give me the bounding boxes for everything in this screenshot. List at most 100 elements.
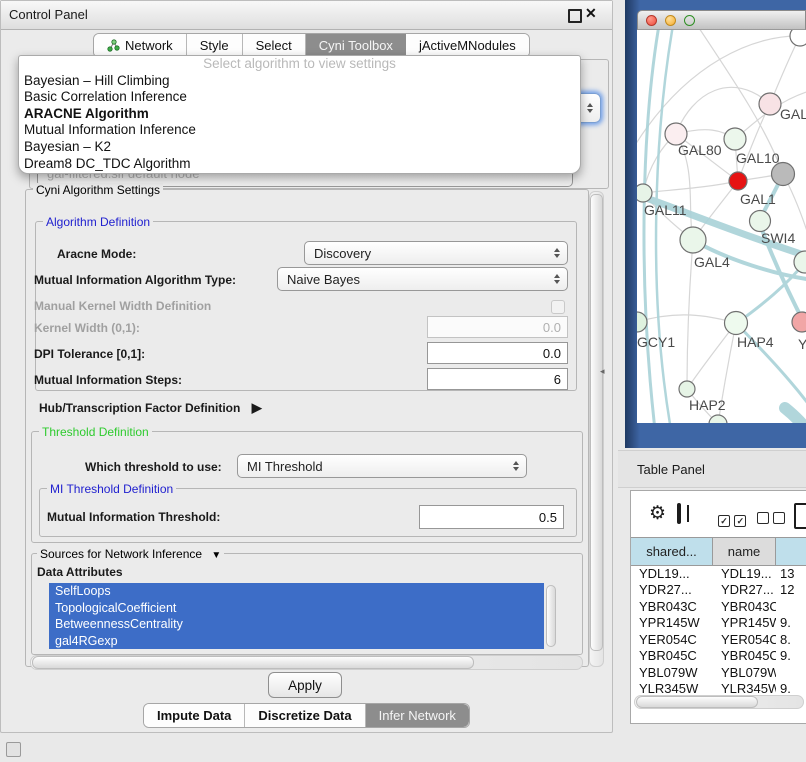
node-label: GAL1	[740, 191, 776, 207]
list-item[interactable]: SelfLoops	[49, 583, 544, 600]
node-GAL10[interactable]	[724, 128, 746, 150]
mi-steps-field[interactable]: 6	[427, 368, 568, 390]
hub-definition-toggle[interactable]: Hub/Transcription Factor Definition ▶	[39, 400, 262, 416]
close-icon[interactable]: ✕	[585, 5, 597, 22]
cell: YBR043C	[713, 599, 776, 614]
network-canvas[interactable]: GAL GAL80 GAL10 GAL1 SWI4 GAL11 GAL4 GCY…	[637, 30, 806, 423]
settings-scrollbar-thumb[interactable]	[590, 194, 603, 651]
tab-style[interactable]: Style	[187, 34, 243, 57]
mi-threshold-field[interactable]: 0.5	[419, 505, 564, 529]
aracne-mode-value: Discovery	[314, 246, 371, 261]
cell: YDR27...	[713, 582, 776, 597]
dropdown-item[interactable]: Bayesian – K2	[19, 139, 580, 156]
node-label: GAL10	[736, 150, 780, 166]
mi-threshold-title: MI Threshold Definition	[47, 482, 176, 496]
node-label: GAL11	[644, 202, 687, 218]
network-window-titlebar[interactable]	[637, 10, 806, 30]
tab-discretize-data[interactable]: Discretize Data	[245, 704, 365, 727]
list-item[interactable]: TopologicalCoefficient	[49, 600, 544, 617]
table-row[interactable]: YDL19... YDL19... 13	[631, 565, 806, 582]
select-all-checks-icon[interactable]: ✓ ✓	[718, 511, 746, 529]
network-graph	[637, 30, 806, 423]
aracne-mode-combo[interactable]: Discovery	[304, 241, 568, 265]
horizontal-scrollbar-thumb[interactable]	[32, 656, 474, 669]
cell: YDL19...	[713, 566, 776, 581]
stepper-icon	[554, 274, 560, 284]
splitter-collapse-icon[interactable]: ◂	[600, 366, 605, 377]
node-GAL11[interactable]	[637, 184, 652, 202]
node-HAP4[interactable]	[725, 312, 748, 335]
tab-impute-data[interactable]: Impute Data	[144, 704, 245, 727]
manual-kernel-label: Manual Kernel Width Definition	[34, 299, 211, 313]
table-row[interactable]: YPR145W YPR145W 9.	[631, 615, 806, 632]
zoom-traffic-light-icon[interactable]	[684, 15, 695, 26]
aracne-mode-label: Aracne Mode:	[57, 247, 136, 261]
node-GAL4[interactable]	[680, 227, 706, 253]
table-row[interactable]: YBL079W YBL079W	[631, 664, 806, 681]
float-window-icon[interactable]	[568, 9, 582, 23]
dropdown-prompt: Select algorithm to view settings	[19, 56, 580, 73]
deselect-all-checks-icon[interactable]	[757, 511, 785, 529]
table-row[interactable]: YBR043C YBR043C	[631, 598, 806, 615]
minimize-traffic-light-icon[interactable]	[665, 15, 676, 26]
settings-scrollbar-track[interactable]	[589, 191, 604, 667]
network-icon	[107, 39, 120, 52]
column-header-shared[interactable]: shared...	[631, 538, 713, 565]
tab-network[interactable]: Network	[94, 34, 187, 57]
mi-type-combo[interactable]: Naive Bayes	[277, 267, 568, 291]
gear-icon[interactable]: ⚙	[649, 502, 666, 525]
dropdown-item[interactable]: Bayesian – Hill Climbing	[19, 73, 580, 90]
cell: 9.	[776, 648, 806, 663]
tab-label: Discretize Data	[258, 708, 351, 723]
manual-kernel-checkbox[interactable]	[551, 300, 565, 314]
list-scrollbar[interactable]	[546, 585, 556, 647]
cell: YER054C	[713, 632, 776, 647]
cell: YDL19...	[631, 566, 713, 581]
dropdown-item[interactable]: Mutual Information Inference	[19, 122, 580, 139]
table-panel-bar: Table Panel	[618, 450, 806, 488]
node-label: HAP2	[689, 397, 726, 413]
node[interactable]	[709, 415, 727, 423]
node-GAL[interactable]	[759, 93, 781, 115]
kernel-width-field[interactable]: 0.0	[427, 316, 568, 338]
data-attributes-list[interactable]: SelfLoops TopologicalCoefficient Between…	[49, 583, 544, 649]
table-row[interactable]: YLR345W YLR345W 9.	[631, 681, 806, 694]
table-hscrollbar-thumb[interactable]	[636, 696, 758, 708]
node-SWI4[interactable]	[750, 211, 771, 232]
node[interactable]	[790, 30, 806, 46]
cyni-settings-title: Cyni Algorithm Settings	[33, 183, 163, 197]
dpi-tolerance-value: 0.0	[543, 346, 561, 361]
node-GAL1[interactable]	[729, 172, 747, 190]
apply-button[interactable]: Apply	[268, 672, 342, 698]
mi-steps-value: 6	[554, 372, 561, 387]
list-item[interactable]: BetweennessCentrality	[49, 616, 544, 633]
list-item[interactable]: gal4RGexp	[49, 633, 544, 650]
dropdown-item-selected[interactable]: ARACNE Algorithm	[19, 106, 580, 123]
dropdown-item[interactable]: Dream8 DC_TDC Algorithm	[19, 156, 580, 173]
close-traffic-light-icon[interactable]	[646, 15, 657, 26]
node-HAP2[interactable]	[679, 381, 695, 397]
horizontal-scrollbar-track[interactable]	[30, 655, 583, 670]
sources-toggle[interactable]: Sources for Network Inference ▼	[37, 547, 224, 561]
column-header-clipped[interactable]	[776, 538, 806, 565]
table-row[interactable]: YDR27... YDR27... 12	[631, 582, 806, 599]
node-label: SWI4	[761, 230, 795, 246]
dpi-tolerance-field[interactable]: 0.0	[427, 342, 568, 364]
node-Y[interactable]	[792, 312, 806, 332]
table-row[interactable]: YER054C YER054C 8.	[631, 631, 806, 648]
tab-label: jActiveMNodules	[419, 38, 516, 53]
document-icon[interactable]	[794, 503, 806, 529]
tab-jactivemnodules[interactable]: jActiveMNodules	[406, 34, 529, 57]
tab-label: Select	[256, 38, 292, 53]
dropdown-item[interactable]: Basic Correlation Inference	[19, 89, 580, 106]
docked-panel-icon[interactable]	[6, 742, 21, 757]
tab-select[interactable]: Select	[243, 34, 306, 57]
tab-cyni-toolbox[interactable]: Cyni Toolbox	[306, 34, 406, 57]
table-hscrollbar-track[interactable]	[634, 695, 804, 709]
tab-infer-network[interactable]: Infer Network	[366, 704, 469, 727]
column-header-name[interactable]: name	[713, 538, 776, 565]
which-threshold-combo[interactable]: MI Threshold	[237, 454, 527, 478]
table-row[interactable]: YBR045C YBR045C 9.	[631, 648, 806, 665]
columns-icon[interactable]	[677, 503, 681, 524]
tab-label: Network	[125, 38, 173, 53]
